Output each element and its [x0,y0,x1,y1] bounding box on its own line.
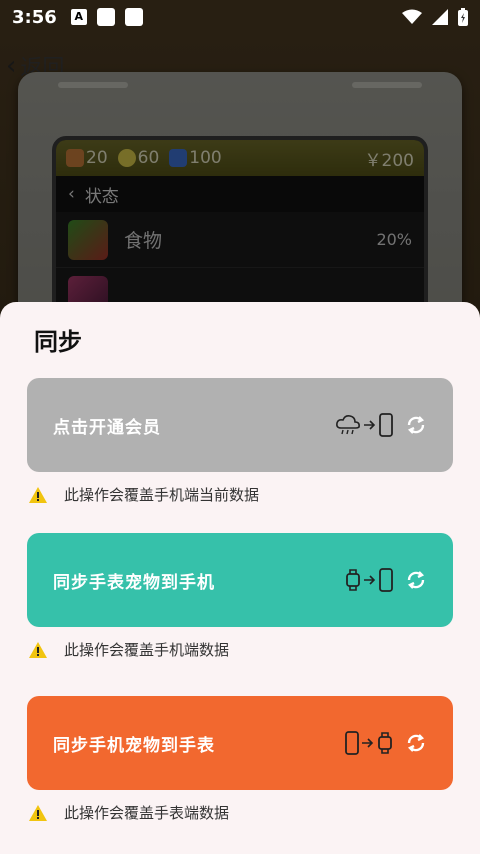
warning-icon [29,804,47,821]
watch-to-phone-flow [345,568,393,592]
cloud-to-phone-flow [335,413,393,437]
sync-icon [407,734,425,752]
warning-icon [29,641,47,658]
sync-watch-to-phone-button[interactable]: 同步手表宠物到手机 [27,533,453,627]
arrow-right-icon [362,738,374,748]
arrow-right-icon [364,420,376,430]
phone-to-watch-flow [345,731,393,755]
sync-icon [407,416,425,434]
signal-icon [432,9,448,25]
option-label: 同步手机宠物到手表 [53,735,215,756]
sync-icon [407,571,425,589]
notification-square-icon [96,8,115,26]
warning-text: 此操作会覆盖手机端数据 [64,641,230,659]
sync-bottom-sheet: 同步 点击开通会员 此操作会覆盖手机端当前数据 同步手表宠物到手机 此操作会覆盖… [0,302,480,854]
phone-icon [345,731,359,755]
wifi-icon [402,9,422,24]
notification-a-icon: A [70,9,87,25]
phone-icon [379,413,393,437]
cloud-icon [336,415,360,435]
open-membership-button[interactable]: 点击开通会员 [27,378,453,472]
watch-icon [378,732,392,754]
option-1-warning: 此操作会覆盖手机端当前数据 [28,484,259,505]
sheet-title: 同步 [34,328,82,356]
option-label: 同步手表宠物到手机 [53,572,215,593]
option-3-warning: 此操作会覆盖手表端数据 [28,802,229,823]
arrow-right-icon [364,575,376,585]
clock: 3:56 [12,6,57,28]
status-bar: 3:56 A [0,0,480,34]
watch-icon [346,569,360,591]
option-label: 点击开通会员 [53,417,161,438]
option-2-warning: 此操作会覆盖手机端数据 [28,639,229,660]
warning-text: 此操作会覆盖手表端数据 [64,804,230,822]
warning-icon [29,486,47,503]
notification-square-icon-2 [124,8,143,26]
phone-icon [379,568,393,592]
sync-phone-to-watch-button[interactable]: 同步手机宠物到手表 [27,696,453,790]
warning-text: 此操作会覆盖手机端当前数据 [64,486,260,504]
battery-icon [458,8,468,26]
